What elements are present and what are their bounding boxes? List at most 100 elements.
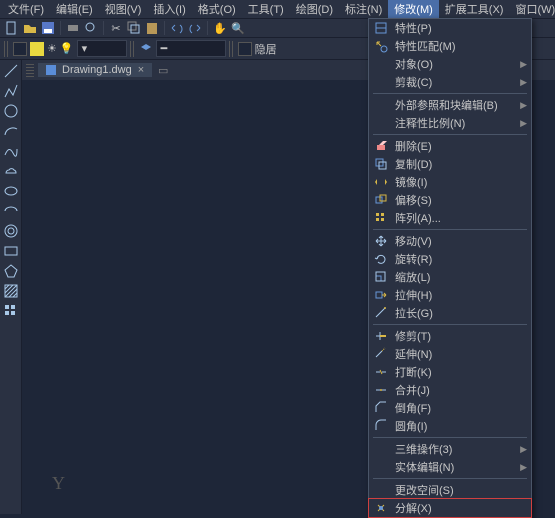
menu-item-explode[interactable]: 分解(X): [369, 499, 531, 517]
menu-label: 旋转(R): [395, 251, 527, 267]
mirror-icon: [373, 174, 389, 190]
rect-icon[interactable]: [2, 242, 20, 260]
menu-item-match[interactable]: 特性匹配(M): [369, 37, 531, 55]
earc-icon[interactable]: [2, 202, 20, 220]
menu-label: 特性(P): [395, 20, 527, 36]
menu-label: 三维操作(3): [395, 441, 514, 457]
menu-item-break[interactable]: 打断(K): [369, 363, 531, 381]
menu-item[interactable]: 插入(I): [147, 0, 191, 18]
spline-icon[interactable]: [2, 142, 20, 160]
menu-label: 缩放(L): [395, 269, 527, 285]
menu-item-extend[interactable]: 延伸(N): [369, 345, 531, 363]
undo-icon[interactable]: [169, 20, 185, 36]
menu-item[interactable]: 视图(V): [99, 0, 148, 18]
checkbox[interactable]: [13, 42, 27, 56]
array-icon: [373, 210, 389, 226]
menu-item[interactable]: 标注(N): [339, 0, 388, 18]
tab-label: Drawing1.dwg: [62, 64, 132, 76]
poly-icon[interactable]: [2, 262, 20, 280]
line-icon[interactable]: [2, 62, 20, 80]
print-icon[interactable]: [65, 20, 81, 36]
menu-label: 删除(E): [395, 138, 527, 154]
menu-item[interactable]: 文件(F): [2, 0, 50, 18]
menu-item[interactable]: 扩展工具(X): [439, 0, 510, 18]
menu-item-join[interactable]: 合并(J): [369, 381, 531, 399]
menu-label: 倒角(F): [395, 400, 527, 416]
menu-item-props[interactable]: 特性(P): [369, 19, 531, 37]
arc-icon[interactable]: [2, 122, 20, 140]
close-icon[interactable]: ×: [138, 64, 144, 76]
redo-icon[interactable]: [187, 20, 203, 36]
menu-label: 复制(D): [395, 156, 527, 172]
menu-label: 阵列(A)...: [395, 210, 527, 226]
zoom-icon[interactable]: 🔍: [230, 20, 246, 36]
hatch-icon[interactable]: [2, 282, 20, 300]
document-tab[interactable]: Drawing1.dwg ×: [38, 63, 152, 77]
menu-item-item[interactable]: 实体编辑(N)▶: [369, 458, 531, 476]
paste-icon[interactable]: [144, 20, 160, 36]
doc-icon: [46, 65, 56, 75]
ring-icon[interactable]: [2, 222, 20, 240]
menu-item-array[interactable]: 阵列(A)...: [369, 209, 531, 227]
new-tab-icon[interactable]: ▭: [156, 63, 170, 77]
cloud-icon[interactable]: [2, 162, 20, 180]
move-icon: [373, 233, 389, 249]
menu-item-item[interactable]: 三维操作(3)▶: [369, 440, 531, 458]
preview-icon[interactable]: [83, 20, 99, 36]
menu-item-stretch[interactable]: 拉伸(H): [369, 286, 531, 304]
grip-icon[interactable]: [229, 41, 235, 57]
blank-icon[interactable]: [2, 322, 20, 340]
menu-label: 合并(J): [395, 382, 527, 398]
menu-item-rotate[interactable]: 旋转(R): [369, 250, 531, 268]
menu-item-item[interactable]: 注释性比例(N)▶: [369, 114, 531, 132]
join-icon: [373, 382, 389, 398]
menu-item-move[interactable]: 移动(V): [369, 232, 531, 250]
pline-icon[interactable]: [2, 82, 20, 100]
menu-item[interactable]: 修改(M): [388, 0, 439, 18]
menu-label: 偏移(S): [395, 192, 527, 208]
open-icon[interactable]: [22, 20, 38, 36]
menu-item-lengthen[interactable]: 拉长(G): [369, 304, 531, 322]
menu-item-erase[interactable]: 删除(E): [369, 137, 531, 155]
menu-item-offset[interactable]: 偏移(S): [369, 191, 531, 209]
new-icon[interactable]: [4, 20, 20, 36]
circle-icon[interactable]: [2, 102, 20, 120]
cut-icon[interactable]: ✂: [108, 20, 124, 36]
save-icon[interactable]: [40, 20, 56, 36]
layer-combo[interactable]: ▾: [77, 40, 127, 57]
grid-icon[interactable]: [2, 302, 20, 320]
chamfer-icon: [373, 400, 389, 416]
menu-item[interactable]: 窗口(W): [509, 0, 555, 18]
menu-item-item[interactable]: 更改空间(S): [369, 481, 531, 499]
menu-label: 对象(O): [395, 56, 514, 72]
menu-item[interactable]: 编辑(E): [50, 0, 99, 18]
linetype-combo[interactable]: ━: [156, 40, 226, 57]
submenu-arrow-icon: ▶: [520, 59, 527, 70]
ellipse-icon[interactable]: [2, 182, 20, 200]
menu-item-scale[interactable]: 缩放(L): [369, 268, 531, 286]
grip-icon[interactable]: [4, 41, 10, 57]
sun-icon[interactable]: ☀: [47, 42, 57, 55]
checkbox[interactable]: [238, 42, 252, 56]
copy-icon[interactable]: [126, 20, 142, 36]
bulb-icon[interactable]: 💡: [60, 42, 74, 55]
erase-icon: [373, 138, 389, 154]
menu-item-item[interactable]: 外部参照和块编辑(B)▶: [369, 96, 531, 114]
layers-icon[interactable]: [139, 42, 153, 56]
menu-item-copy[interactable]: 复制(D): [369, 155, 531, 173]
submenu-arrow-icon: ▶: [520, 77, 527, 88]
menu-item-item[interactable]: 剪裁(C)▶: [369, 73, 531, 91]
menu-item[interactable]: 绘图(D): [290, 0, 339, 18]
menu-item-chamfer[interactable]: 倒角(F): [369, 399, 531, 417]
menu-item-trim[interactable]: 修剪(T): [369, 327, 531, 345]
menu-item[interactable]: 格式(O): [192, 0, 242, 18]
menu-item[interactable]: 工具(T): [242, 0, 290, 18]
color-swatch[interactable]: [30, 42, 44, 56]
menu-item-mirror[interactable]: 镜像(I): [369, 173, 531, 191]
grip-icon[interactable]: [130, 41, 136, 57]
menu-item-item[interactable]: 对象(O) ▶: [369, 55, 531, 73]
menu-item-fillet[interactable]: 圆角(I): [369, 417, 531, 435]
ucs-indicator: Y: [52, 473, 65, 494]
pan-icon[interactable]: ✋: [212, 20, 228, 36]
tab-handle-icon[interactable]: [26, 63, 34, 77]
